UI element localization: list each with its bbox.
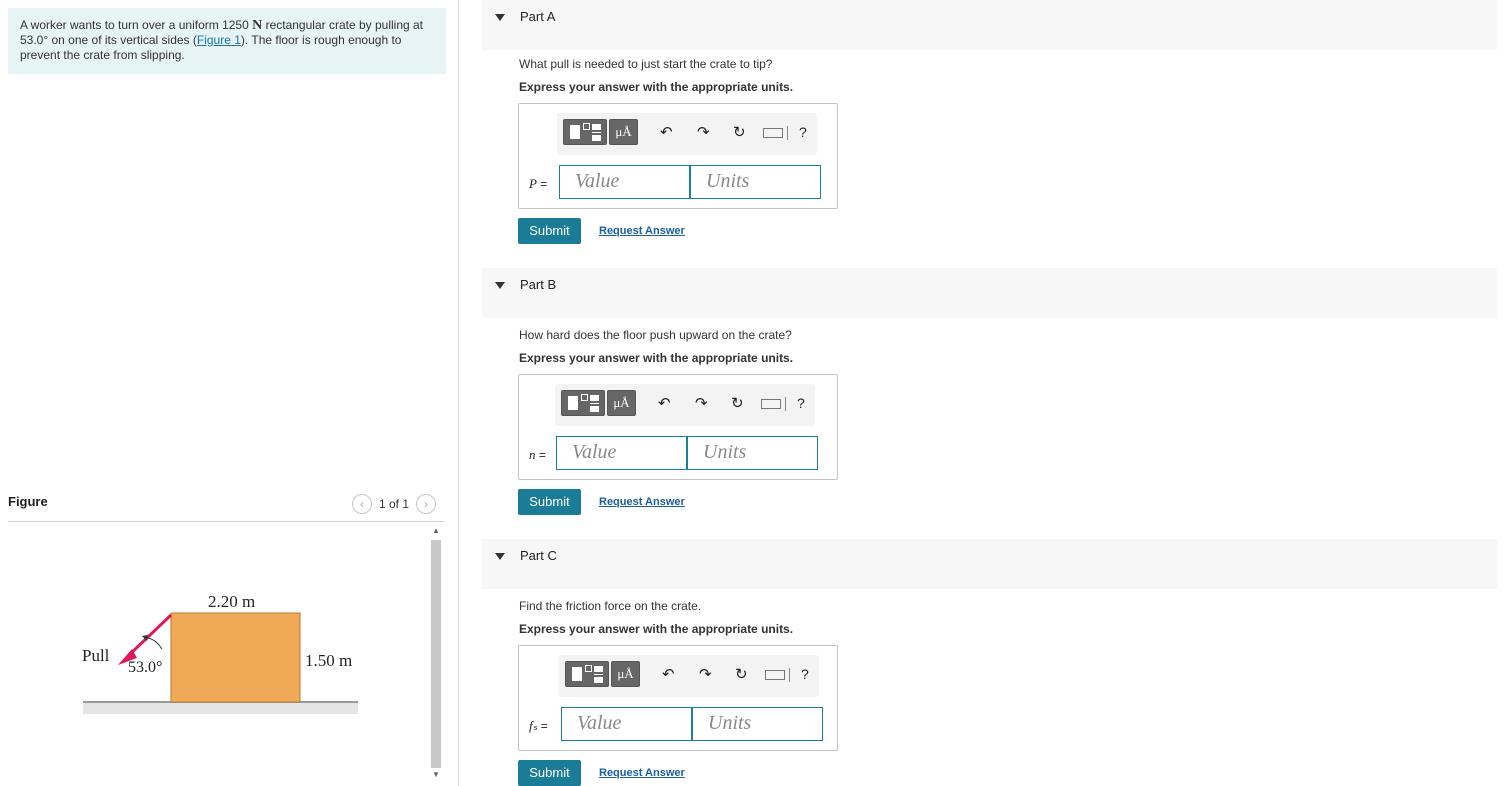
reset-icon[interactable]: ↻ (731, 394, 744, 414)
help-icon[interactable]: ? (799, 124, 807, 140)
width-label: 2.20 m (208, 592, 255, 611)
redo-icon[interactable]: ↷ (699, 665, 712, 685)
keyboard-icon[interactable] (765, 670, 785, 680)
units-symbols-icon[interactable]: μÅ (607, 390, 636, 416)
collapse-triangle-icon[interactable] (495, 282, 505, 289)
problem-text-5: prevent the crate from slipping. (20, 48, 185, 62)
problem-text-2: rectangular crate by pulling at (262, 18, 424, 32)
part-a-answer-box: μÅ ↶ ↷ ↻ ? P = Value Units (518, 103, 838, 209)
units-symbols-icon[interactable]: μÅ (609, 119, 638, 145)
figure-scrollbar[interactable]: ▲ ▼ (429, 526, 443, 782)
part-b-answer-box: μÅ ↶ ↷ ↻ ? n = Value Units (518, 374, 838, 480)
part-a-value-input[interactable]: Value (559, 165, 690, 199)
part-b-variable: n = (529, 447, 546, 463)
toolbar-separator (787, 126, 788, 140)
crate (170, 612, 301, 703)
part-c-submit-button[interactable]: Submit (518, 760, 581, 786)
toolbar-separator (785, 397, 786, 411)
problem-text-1: A worker wants to turn over a uniform 12… (20, 18, 253, 32)
part-c-request-answer-link[interactable]: Request Answer (599, 767, 685, 779)
angle-label: 53.0° (128, 659, 162, 676)
part-c-instruction: Express your answer with the appropriate… (519, 622, 794, 636)
undo-icon[interactable]: ↶ (660, 123, 673, 143)
keyboard-icon[interactable] (763, 128, 783, 138)
chevron-right-icon[interactable]: › (416, 494, 437, 514)
scroll-down-icon[interactable]: ▼ (432, 770, 440, 779)
part-c-header[interactable]: Part C (482, 539, 1497, 589)
part-b-title: Part B (520, 277, 557, 292)
part-b-header[interactable]: Part B (482, 268, 1497, 318)
part-a-question: What pull is needed to just start the cr… (519, 57, 773, 71)
templates-icon[interactable] (565, 661, 609, 687)
part-a-toolbar: μÅ ↶ ↷ ↻ ? (557, 113, 817, 155)
force-unit: N (252, 18, 263, 33)
part-a-header[interactable]: Part A (482, 0, 1497, 50)
height-label: 1.50 m (305, 651, 352, 670)
keyboard-icon[interactable] (761, 399, 781, 409)
part-a-units-input[interactable]: Units (690, 165, 821, 199)
floor-shade (83, 702, 358, 714)
part-b-value-input[interactable]: Value (556, 436, 687, 470)
scroll-up-icon[interactable]: ▲ (432, 526, 440, 535)
part-c-title: Part C (520, 548, 557, 563)
left-pane: A worker wants to turn over a uniform 12… (0, 0, 458, 786)
var-eq: = (537, 719, 548, 733)
part-c-variable: fₛ = (529, 718, 548, 734)
part-b-units-input[interactable]: Units (687, 436, 818, 470)
part-b-submit-button[interactable]: Submit (518, 489, 581, 515)
part-c-value-input[interactable]: Value (561, 707, 692, 741)
crate-figure: 2.20 m 1.50 m Pull 53.0° (82, 592, 358, 714)
part-b-toolbar: μÅ ↶ ↷ ↻ ? (555, 384, 815, 426)
figure-link[interactable]: Figure 1 (197, 33, 241, 47)
pull-label: Pull (82, 646, 110, 665)
problem-text-4: ). The floor is rough enough to (240, 33, 402, 47)
part-a-instruction: Express your answer with the appropriate… (519, 80, 794, 94)
var-name: P (529, 176, 537, 191)
pull-arrow-shaft (126, 613, 173, 658)
problem-statement: A worker wants to turn over a uniform 12… (8, 8, 446, 74)
pane-divider (458, 0, 459, 786)
undo-icon[interactable]: ↶ (662, 665, 675, 685)
reset-icon[interactable]: ↻ (735, 665, 748, 685)
help-icon[interactable]: ? (797, 395, 805, 411)
chevron-left-icon[interactable]: ‹ (352, 494, 372, 514)
part-c-question: Find the friction force on the crate. (519, 599, 702, 613)
collapse-triangle-icon[interactable] (495, 553, 505, 560)
scroll-thumb[interactable] (431, 540, 441, 768)
part-a-variable: P = (529, 176, 547, 192)
var-eq: = (535, 448, 546, 462)
reset-icon[interactable]: ↻ (733, 123, 746, 143)
figure-divider (8, 521, 444, 522)
templates-icon[interactable] (563, 119, 607, 145)
redo-icon[interactable]: ↷ (695, 394, 708, 414)
part-a-title: Part A (520, 9, 556, 24)
part-b-request-answer-link[interactable]: Request Answer (599, 496, 685, 508)
toolbar-separator (789, 668, 790, 682)
var-eq: = (536, 177, 548, 191)
figure-pager: ‹ 1 of 1 › (352, 493, 437, 515)
part-a-request-answer-link[interactable]: Request Answer (599, 225, 685, 237)
units-symbols-icon[interactable]: μÅ (611, 661, 640, 687)
part-a-submit-button[interactable]: Submit (518, 218, 581, 244)
part-b-instruction: Express your answer with the appropriate… (519, 351, 794, 365)
part-b-question: How hard does the floor push upward on t… (519, 328, 792, 342)
help-icon[interactable]: ? (801, 666, 809, 682)
part-c-toolbar: μÅ ↶ ↷ ↻ ? (559, 655, 819, 697)
part-c-units-input[interactable]: Units (692, 707, 823, 741)
templates-icon[interactable] (561, 390, 605, 416)
figure-title: Figure (8, 494, 48, 509)
undo-icon[interactable]: ↶ (658, 394, 671, 414)
pager-text: 1 of 1 (379, 497, 410, 511)
problem-text-3: 53.0° on one of its vertical sides ( (20, 33, 197, 47)
collapse-triangle-icon[interactable] (495, 14, 505, 21)
redo-icon[interactable]: ↷ (697, 123, 710, 143)
part-c-answer-box: μÅ ↶ ↷ ↻ ? fₛ = Value Units (518, 645, 838, 751)
